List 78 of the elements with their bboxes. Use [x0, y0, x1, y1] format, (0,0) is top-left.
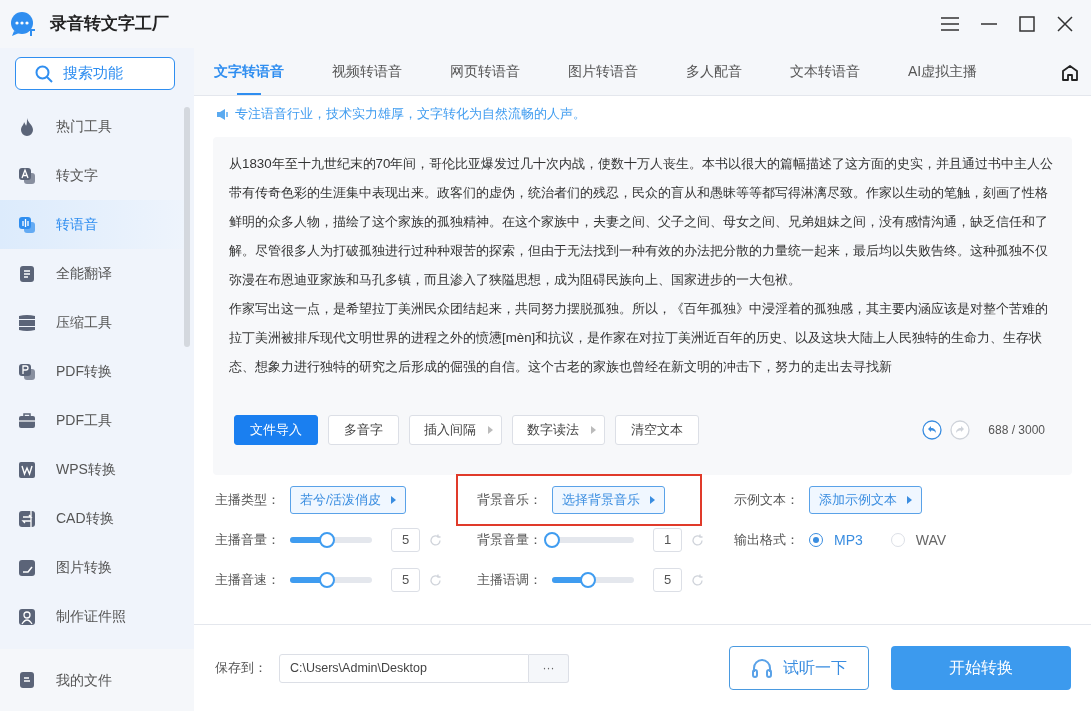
caret-icon	[391, 496, 397, 504]
search-button[interactable]: 搜索功能	[15, 57, 175, 90]
tab[interactable]: 多人配音	[686, 47, 742, 95]
radio-option[interactable]: MP3	[809, 529, 863, 551]
caret-icon	[488, 426, 493, 434]
reset-icon[interactable]	[429, 533, 442, 547]
setting-label: 背景音量：	[477, 531, 543, 550]
setting-label: 主播语调：	[477, 571, 543, 590]
letter-w-icon	[17, 459, 37, 480]
tool-button[interactable]: 文件导入	[234, 415, 318, 445]
headphones-icon	[751, 658, 773, 678]
tab[interactable]: AI虚拟主播	[908, 47, 978, 95]
undo-icon[interactable]	[922, 420, 943, 440]
reset-icon[interactable]	[691, 573, 704, 587]
value-field[interactable]: 1	[653, 528, 682, 552]
letter-a-icon	[17, 165, 37, 186]
slider-thumb[interactable]	[318, 532, 335, 548]
sidebar-item[interactable]: WPS转换	[0, 445, 184, 494]
sidebar-item[interactable]: 转文字	[0, 151, 184, 200]
setting-label: 输出格式：	[734, 531, 800, 550]
caret-icon	[907, 496, 912, 504]
radio-option[interactable]: WAV	[890, 529, 947, 551]
home-icon[interactable]	[1061, 64, 1079, 82]
menu-icon[interactable]	[941, 17, 959, 31]
file-icon	[17, 670, 37, 690]
sidebar-item[interactable]: 压缩工具	[0, 298, 184, 347]
reset-icon[interactable]	[429, 573, 442, 587]
notice-text: 专注语音行业，技术实力雄厚，文字转化为自然流畅的人声。	[235, 105, 586, 124]
tab[interactable]: 网页转语音	[450, 47, 520, 95]
search-icon	[35, 64, 53, 83]
dropdown-button[interactable]: 数字读法	[512, 415, 605, 445]
speaker-icon	[216, 107, 229, 121]
sidebar-item[interactable]: PDF转换	[0, 347, 184, 396]
value-field[interactable]: 5	[653, 568, 682, 592]
tab[interactable]: 文本转语音	[790, 47, 860, 95]
sidebar-item[interactable]: 图片转换	[0, 543, 184, 592]
window-title: 录音转文字工厂	[50, 13, 169, 36]
setting-label: 示例文本：	[734, 491, 800, 510]
sidebar-item[interactable]: 制作证件照	[0, 592, 184, 641]
paragraph: 从1830年至十九世纪末的70年间，哥伦比亚爆发过几十次内战，使数十万人丧生。本书以很大的篇幅描述了这方面的史实，并且通过书中主人公带有传奇色彩的生涯集中表现出来。政客们的虚伪，统治者们的残忍，民众的盲从和愚昧等等都写得淋漓尽致。作家以生动的笔触，刻画了性格鲜明的众多人物，描绘了这个家族的孤独精神。在这个家族中，夫妻之间、父子之间、母女之间、兄弟姐妹之间，没有感情沟通，缺乏信任和了解。尽管很多人为打破孤独进行过种种艰苦的探索，但由于无法找到一种有效的办法把分散的力量统一起来，最后均以失败告终。这种孤独不仅弥漫在布恩迪亚家族和马孔多镇，而且渗入了狭隘思想，成为阻碍民族向上、国家进步的一大包袱。	[229, 155, 1055, 289]
save-path-field[interactable]: C:\Users\Admin\Desktop	[279, 653, 529, 683]
tool-button[interactable]: 清空文本	[615, 415, 699, 445]
sidebar-item[interactable]: 全能翻译	[0, 249, 184, 298]
image-icon	[17, 557, 37, 578]
slider-thumb[interactable]	[544, 532, 560, 548]
swap-icon	[17, 508, 37, 529]
slider-thumb[interactable]	[318, 572, 335, 588]
sidebar-item[interactable]: CAD转换	[0, 494, 184, 543]
value-field[interactable]: 5	[391, 568, 420, 592]
caret-icon	[591, 426, 596, 434]
my-files-item[interactable]: 我的文件	[17, 669, 112, 691]
close-icon[interactable]	[1057, 16, 1073, 32]
person-icon	[17, 606, 37, 627]
sidebar-item[interactable]: 热门工具	[0, 102, 184, 151]
dropdown-button[interactable]: 插入间隔	[409, 415, 502, 445]
caret-icon	[650, 496, 655, 504]
setting-label: 主播音速：	[215, 571, 281, 590]
tab[interactable]: 图片转语音	[568, 47, 638, 95]
value-field[interactable]: 5	[391, 528, 420, 552]
slider-thumb[interactable]	[580, 572, 597, 588]
tool-button[interactable]: 多音字	[328, 415, 399, 445]
letter-p-icon	[17, 361, 37, 382]
browse-button[interactable]: ···	[529, 653, 569, 683]
briefcase-icon	[17, 410, 37, 431]
maximize-icon[interactable]	[1019, 16, 1035, 32]
character-count: 688 / 3000	[988, 422, 1045, 439]
audio-icon	[17, 214, 37, 235]
sidebar-item[interactable]: PDF工具	[0, 396, 184, 445]
app-logo-icon	[10, 11, 36, 37]
setting-label: 主播类型：	[215, 491, 281, 510]
setting-label: 主播音量：	[215, 531, 281, 550]
roll-icon	[17, 312, 37, 333]
document-icon	[17, 263, 37, 284]
setting-label: 背景音乐：	[477, 491, 543, 510]
paragraph: 作家写出这一点，是希望拉丁美洲民众团结起来，共同努力摆脱孤独。所以，《百年孤独》中浸淫着的孤独感，其主要内涵应该是对整个苦难的拉丁美洲被排斥现代文明世界的进程之外的愤懑[mèn]和抗议，是作家在对拉丁美洲近百年的历史、以及这块大陆上人民独特的生命力、生存状态、想象力进行独特的研究之后形成的倔强的自信。这个古老的家族也曾经在新文明的冲击下，努力的走出去寻找新	[229, 300, 1049, 376]
reset-icon[interactable]	[691, 533, 704, 547]
tab[interactable]: 视频转语音	[332, 47, 402, 95]
save-label: 保存到：	[215, 659, 268, 678]
